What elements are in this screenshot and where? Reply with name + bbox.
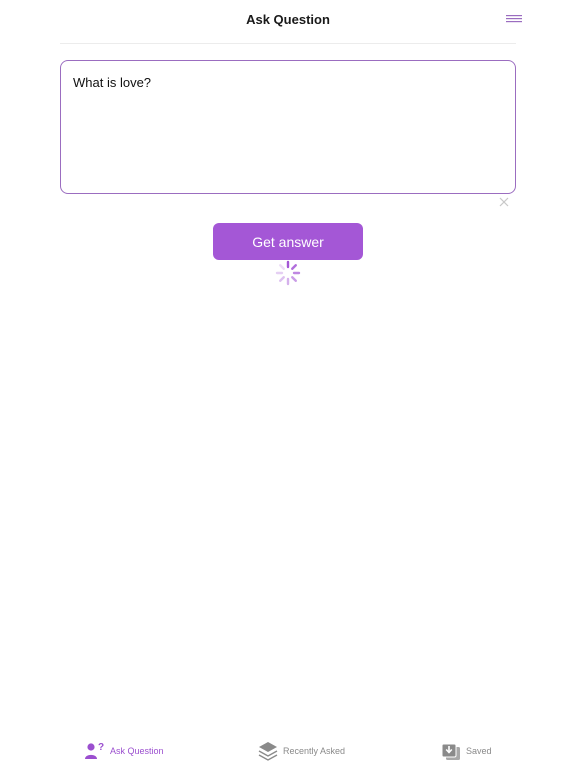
tab-label: Ask Question — [110, 746, 164, 756]
tab-label: Saved — [466, 746, 492, 756]
person-question-icon: ? — [85, 742, 104, 759]
loading-spinner — [274, 259, 302, 287]
tab-recently-asked[interactable]: Recently Asked — [257, 732, 357, 768]
svg-text:?: ? — [98, 742, 104, 753]
spinner-icon — [275, 260, 301, 286]
get-answer-button[interactable]: Get answer — [213, 223, 363, 260]
tab-saved[interactable]: Saved — [440, 732, 500, 768]
tab-ask-question[interactable]: ? Ask Question — [84, 732, 174, 768]
clear-button[interactable] — [497, 195, 511, 209]
question-box — [60, 60, 516, 194]
question-input[interactable] — [73, 71, 503, 183]
navigation-header: Ask Question — [0, 0, 576, 44]
header-divider — [60, 43, 516, 44]
app-root: Ask Question Get answer — [0, 0, 576, 768]
bottom-tab-bar: ? Ask Question Recently Asked Saved — [0, 732, 576, 768]
menu-button[interactable] — [502, 12, 526, 28]
page-title: Ask Question — [246, 12, 330, 27]
layers-icon — [258, 742, 278, 761]
close-icon — [499, 197, 509, 207]
hamburger-menu-icon — [506, 15, 522, 23]
saved-download-icon — [441, 743, 460, 760]
tab-label: Recently Asked — [283, 746, 346, 756]
